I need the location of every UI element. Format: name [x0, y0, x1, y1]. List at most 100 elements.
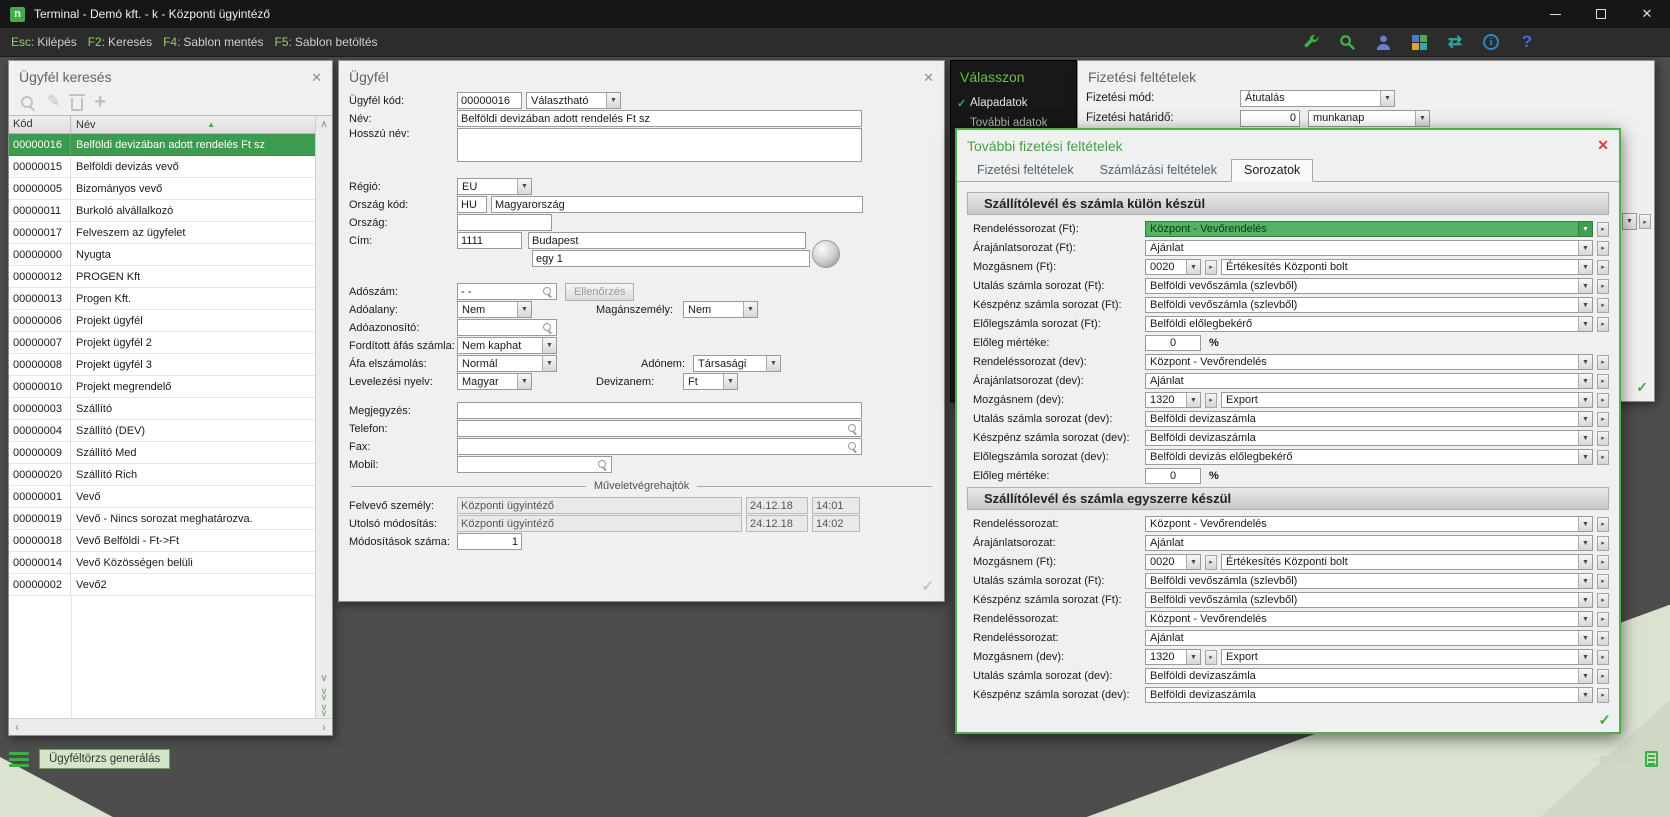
scroll-up-icon[interactable]: ∧ [316, 116, 332, 132]
table-row[interactable]: 00000010Projekt megrendelő [9, 376, 315, 398]
maximize-button[interactable] [1578, 0, 1624, 28]
dropdown[interactable]: Értékesítés Központi bolt▼ [1221, 259, 1593, 275]
country-input[interactable] [457, 214, 552, 231]
close-button[interactable]: ✕ [1624, 0, 1670, 28]
chevron-down-icon[interactable]: ▼ [1578, 612, 1592, 626]
lookup-button[interactable]: ▸ [1597, 393, 1609, 408]
percent-input[interactable]: 0 [1145, 468, 1201, 484]
table-row[interactable]: 00000012PROGEN Kft [9, 266, 315, 288]
table-row[interactable]: 00000007Projekt ügyfél 2 [9, 332, 315, 354]
chevron-down-icon[interactable]: ▼ [1380, 91, 1394, 106]
confirm-check-icon[interactable]: ✓ [1636, 379, 1648, 396]
modules-grid-icon[interactable] [1408, 31, 1430, 53]
lookup-button[interactable]: ▸ [1597, 574, 1609, 589]
chevron-down-icon[interactable]: ▼ [1578, 241, 1592, 255]
table-row[interactable]: 00000019Vevő - Nincs sorozat meghatározv… [9, 508, 315, 530]
dropdown[interactable]: Belföldi előlegbekérő▼ [1145, 316, 1593, 332]
scroll-page-down-icon[interactable]: ∨∨ [316, 686, 332, 702]
lookup-button[interactable]: ▸ [1597, 298, 1609, 313]
tax-subject-dropdown[interactable]: Nem▼ [457, 301, 532, 318]
dropdown[interactable]: 0020▼ [1145, 259, 1201, 275]
lookup-button[interactable]: ▸ [1597, 374, 1609, 389]
chevron-down-icon[interactable]: ▼ [517, 302, 531, 317]
minimize-button[interactable] [1532, 0, 1578, 28]
chevron-down-icon[interactable]: ▼ [1578, 222, 1592, 236]
chevron-down-icon[interactable]: ▼ [1578, 669, 1592, 683]
dropdown[interactable]: Ajánlat▼ [1145, 535, 1593, 551]
lookup-button[interactable]: ▸ [1597, 317, 1609, 332]
nav-prev-icon[interactable]: « [1598, 750, 1609, 769]
table-row[interactable]: 00000017Felveszem az ügyfelet [9, 222, 315, 244]
table-row[interactable]: 00000002Vevő2 [9, 574, 315, 596]
lookup-button[interactable]: ▸ [1597, 650, 1609, 665]
chevron-down-icon[interactable]: ▼ [1578, 517, 1592, 531]
lookup-button[interactable]: ▸ [1205, 650, 1217, 665]
map-globe-button[interactable] [809, 237, 843, 271]
chevron-down-icon[interactable]: ▼ [1578, 374, 1592, 388]
table-row[interactable]: 00000015Belföldi devizás vevő [9, 156, 315, 178]
table-row[interactable]: 00000018Vevő Belföldi - Ft->Ft [9, 530, 315, 552]
dialog-tab[interactable]: Számlázási feltételek [1088, 160, 1229, 181]
chevron-down-icon[interactable]: ▼ [1415, 111, 1429, 126]
chevron-down-icon[interactable]: ▼ [1578, 298, 1592, 312]
column-header-kod[interactable]: Kód [9, 116, 71, 133]
help-icon[interactable]: ? [1516, 31, 1538, 53]
dropdown-fragment[interactable]: ▼ ▸ [1622, 213, 1651, 230]
deadline-unit-dropdown[interactable]: munkanap▼ [1308, 110, 1430, 127]
confirm-check-icon[interactable]: ✓ [921, 577, 934, 595]
close-icon[interactable]: ✕ [1597, 137, 1609, 154]
mobile-input[interactable] [457, 456, 612, 473]
chevron-down-icon[interactable]: ▼ [1578, 412, 1592, 426]
scroll-right-icon[interactable]: › [316, 720, 332, 734]
comment-input[interactable] [457, 402, 862, 419]
dropdown[interactable]: Értékesítés Központi bolt▼ [1221, 554, 1593, 570]
scroll-track[interactable] [316, 132, 332, 670]
lookup-button[interactable]: ▸ [1205, 393, 1217, 408]
phone-input[interactable] [457, 420, 862, 437]
dropdown[interactable]: Belföldi devizaszámla▼ [1145, 668, 1593, 684]
search-button[interactable] [19, 94, 36, 111]
horizontal-scrollbar[interactable]: ‹ › [9, 718, 332, 735]
chevron-down-icon[interactable]: ▼ [1578, 555, 1592, 569]
dropdown[interactable]: Központ - Vevőrendelés▼ [1145, 516, 1593, 532]
table-row[interactable]: 00000008Projekt ügyfél 3 [9, 354, 315, 376]
wrench-icon[interactable] [1300, 31, 1322, 53]
long-name-textarea[interactable] [457, 128, 862, 162]
chevron-down-icon[interactable]: ▼ [1186, 260, 1200, 274]
table-row[interactable]: 00000001Vevő [9, 486, 315, 508]
user-icon[interactable] [1372, 31, 1394, 53]
lookup-button[interactable]: ▸ [1597, 631, 1609, 646]
lookup-button[interactable]: ▸ [1597, 241, 1609, 256]
lookup-button[interactable]: ▸ [1597, 669, 1609, 684]
chevron-down-icon[interactable]: ▼ [1578, 317, 1592, 331]
lookup-button[interactable]: ▸ [1205, 260, 1217, 275]
chevron-down-icon[interactable]: ▼ [1186, 555, 1200, 569]
language-dropdown[interactable]: Magyar▼ [457, 373, 532, 390]
scroll-down-icon[interactable]: ∨ [316, 670, 332, 686]
dropdown[interactable]: Belföldi devizaszámla▼ [1145, 430, 1593, 446]
chevron-down-icon[interactable]: ▼ [1578, 355, 1592, 369]
table-row[interactable]: 00000014Vevő Közösségen belüli [9, 552, 315, 574]
dropdown[interactable]: Export▼ [1221, 392, 1593, 408]
name-input[interactable]: Belföldi devizában adott rendelés Ft sz [457, 110, 862, 127]
chevron-down-icon[interactable]: ▼ [1578, 688, 1592, 702]
chevron-down-icon[interactable]: ▼ [542, 356, 556, 371]
vat-accounting-dropdown[interactable]: Normál▼ [457, 355, 557, 372]
code-mode-dropdown[interactable]: Választható▼ [526, 92, 621, 109]
ugyfeltorzs-generalas-button[interactable]: Ügyféltörzs generálás [39, 749, 170, 769]
city-input[interactable]: Budapest [528, 232, 806, 249]
dropdown[interactable]: Ajánlat▼ [1145, 630, 1593, 646]
search-icon[interactable] [848, 441, 858, 452]
chevron-down-icon[interactable]: ▼ [743, 302, 757, 317]
country-code-input[interactable]: HU [457, 196, 487, 213]
shortcut-item[interactable]: F5:Sablon betöltés [274, 35, 377, 49]
country-name-input[interactable]: Magyarország [491, 196, 863, 213]
dropdown[interactable]: Belföldi devizás előlegbekérő▼ [1145, 449, 1593, 465]
search-icon[interactable] [543, 286, 553, 297]
reverse-vat-dropdown[interactable]: Nem kaphat▼ [457, 337, 557, 354]
chevron-down-icon[interactable]: ▼ [1578, 393, 1592, 407]
chevron-down-icon[interactable]: ▼ [1578, 260, 1592, 274]
shortcut-item[interactable]: F4:Sablon mentés [163, 35, 263, 49]
chevron-down-icon[interactable]: ▼ [1578, 536, 1592, 550]
lookup-button[interactable]: ▸ [1639, 214, 1651, 229]
